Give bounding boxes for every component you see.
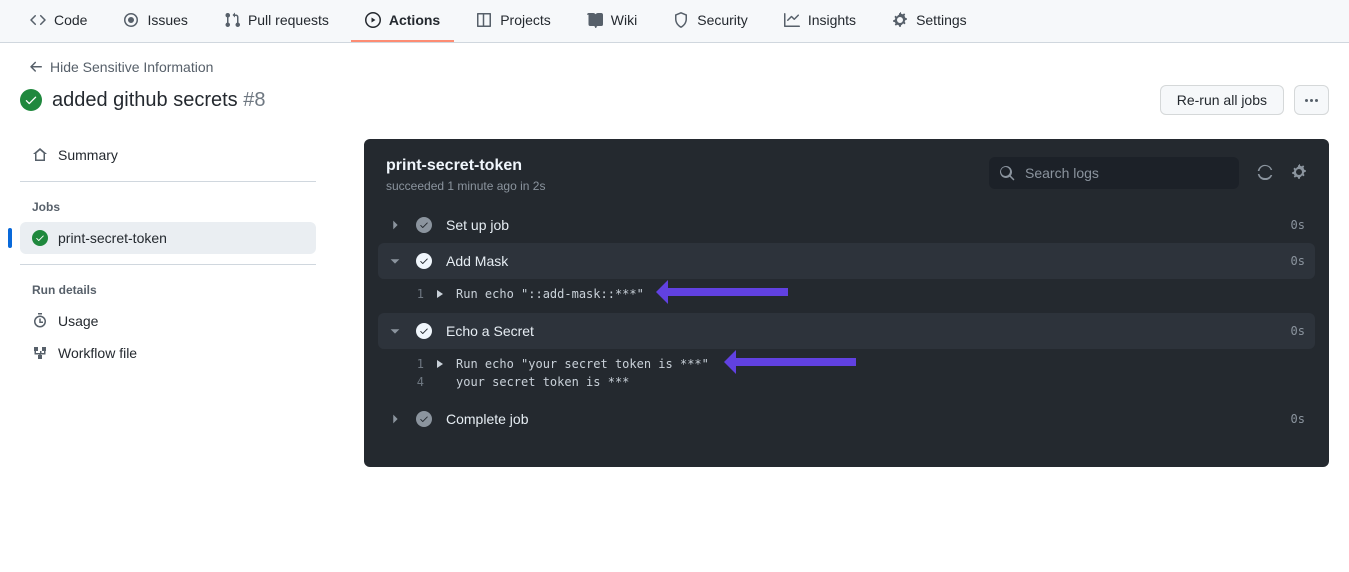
chevron-right-icon [388, 412, 402, 426]
step-success-icon [416, 253, 432, 269]
log-line: 1 Run echo "::add-mask::***" [388, 285, 1305, 303]
step-label: Add Mask [446, 253, 1277, 269]
step-duration: 0s [1291, 218, 1305, 232]
log-text: Run echo "your secret token is ***" [456, 357, 709, 371]
sidebar-usage[interactable]: Usage [20, 305, 316, 337]
back-link-label: Hide Sensitive Information [50, 59, 213, 75]
sidebar-summary-label: Summary [58, 147, 118, 163]
nav-actions[interactable]: Actions [351, 0, 454, 42]
chevron-down-icon [388, 324, 402, 338]
nav-issues[interactable]: Issues [109, 0, 201, 42]
step-label: Set up job [446, 217, 1277, 233]
divider [20, 181, 316, 182]
workflow-run-number: #8 [243, 89, 265, 111]
search-logs-input[interactable] [989, 157, 1239, 189]
chevron-right-icon [388, 218, 402, 232]
log-line-number: 4 [404, 375, 424, 389]
workflow-file-icon [32, 345, 48, 361]
run-details-heading: Run details [20, 275, 316, 305]
nav-insights[interactable]: Insights [770, 0, 870, 42]
step-add-mask[interactable]: Add Mask 0s [378, 243, 1315, 279]
sidebar-workflow-file-label: Workflow file [58, 345, 137, 361]
job-success-icon [32, 230, 48, 246]
code-icon [30, 12, 46, 28]
success-status-icon [20, 89, 42, 111]
step-duration: 0s [1291, 324, 1305, 338]
caret-right-icon [436, 290, 444, 298]
jobs-heading: Jobs [20, 192, 316, 222]
gear-icon [1291, 164, 1307, 180]
nav-projects-label: Projects [500, 12, 551, 28]
nav-wiki-label: Wiki [611, 12, 637, 28]
log-block-echo-a-secret: 1 Run echo "your secret token is ***" 4 … [378, 349, 1315, 401]
log-text: your secret token is *** [456, 375, 629, 389]
annotation-arrow [668, 288, 788, 296]
step-success-icon [416, 323, 432, 339]
step-set-up-job[interactable]: Set up job 0s [378, 207, 1315, 243]
kebab-icon [1305, 99, 1318, 102]
rerun-all-jobs-button[interactable]: Re-run all jobs [1160, 85, 1284, 115]
wiki-icon [587, 12, 603, 28]
insights-icon [784, 12, 800, 28]
annotation-arrow [736, 358, 856, 366]
pulls-icon [224, 12, 240, 28]
repo-nav: Code Issues Pull requests Actions Projec… [0, 0, 1349, 43]
nav-issues-label: Issues [147, 12, 187, 28]
step-label: Complete job [446, 411, 1277, 427]
projects-icon [476, 12, 492, 28]
nav-insights-label: Insights [808, 12, 856, 28]
nav-security[interactable]: Security [659, 0, 762, 42]
sidebar: Summary Jobs print-secret-token Run deta… [20, 139, 316, 467]
sidebar-summary[interactable]: Summary [20, 139, 316, 171]
sidebar-job-label: print-secret-token [58, 230, 167, 246]
more-options-button[interactable] [1294, 85, 1329, 115]
chevron-down-icon [388, 254, 402, 268]
step-label: Echo a Secret [446, 323, 1277, 339]
log-text: Run echo "::add-mask::***" [456, 287, 644, 301]
sync-icon [1257, 164, 1273, 180]
divider [20, 264, 316, 265]
stopwatch-icon [32, 313, 48, 329]
back-link[interactable]: Hide Sensitive Information [20, 59, 213, 75]
sidebar-usage-label: Usage [58, 313, 98, 329]
gear-icon [892, 12, 908, 28]
step-success-icon [416, 411, 432, 427]
log-line-number: 1 [404, 357, 424, 371]
sidebar-job-print-secret-token[interactable]: print-secret-token [20, 222, 316, 254]
log-line: 4 your secret token is *** [388, 373, 1305, 391]
page-title: added github secrets #8 [52, 89, 266, 112]
security-icon [673, 12, 689, 28]
arrow-left-icon [28, 59, 44, 75]
nav-projects[interactable]: Projects [462, 0, 565, 42]
nav-security-label: Security [697, 12, 748, 28]
search-icon [999, 165, 1015, 181]
step-complete-job[interactable]: Complete job 0s [378, 401, 1315, 437]
caret-right-icon [436, 360, 444, 368]
actions-icon [365, 12, 381, 28]
rerun-job-button[interactable] [1257, 164, 1273, 183]
nav-actions-label: Actions [389, 12, 440, 28]
nav-pulls[interactable]: Pull requests [210, 0, 343, 42]
nav-settings[interactable]: Settings [878, 0, 981, 42]
job-log-panel: print-secret-token succeeded 1 minute ag… [364, 139, 1329, 467]
step-success-icon [416, 217, 432, 233]
workflow-title-group: added github secrets #8 [20, 89, 266, 112]
step-duration: 0s [1291, 412, 1305, 426]
nav-code-label: Code [54, 12, 87, 28]
nav-wiki[interactable]: Wiki [573, 0, 651, 42]
job-panel-title: print-secret-token [386, 157, 545, 175]
workflow-title: added github secrets [52, 89, 238, 111]
step-echo-a-secret[interactable]: Echo a Secret 0s [378, 313, 1315, 349]
nav-pulls-label: Pull requests [248, 12, 329, 28]
log-line-number: 1 [404, 287, 424, 301]
log-block-add-mask: 1 Run echo "::add-mask::***" [378, 279, 1315, 313]
home-icon [32, 147, 48, 163]
nav-code[interactable]: Code [16, 0, 101, 42]
step-duration: 0s [1291, 254, 1305, 268]
nav-settings-label: Settings [916, 12, 967, 28]
sidebar-workflow-file[interactable]: Workflow file [20, 337, 316, 369]
job-settings-button[interactable] [1291, 164, 1307, 183]
issues-icon [123, 12, 139, 28]
job-panel-status: succeeded 1 minute ago in 2s [386, 179, 545, 193]
